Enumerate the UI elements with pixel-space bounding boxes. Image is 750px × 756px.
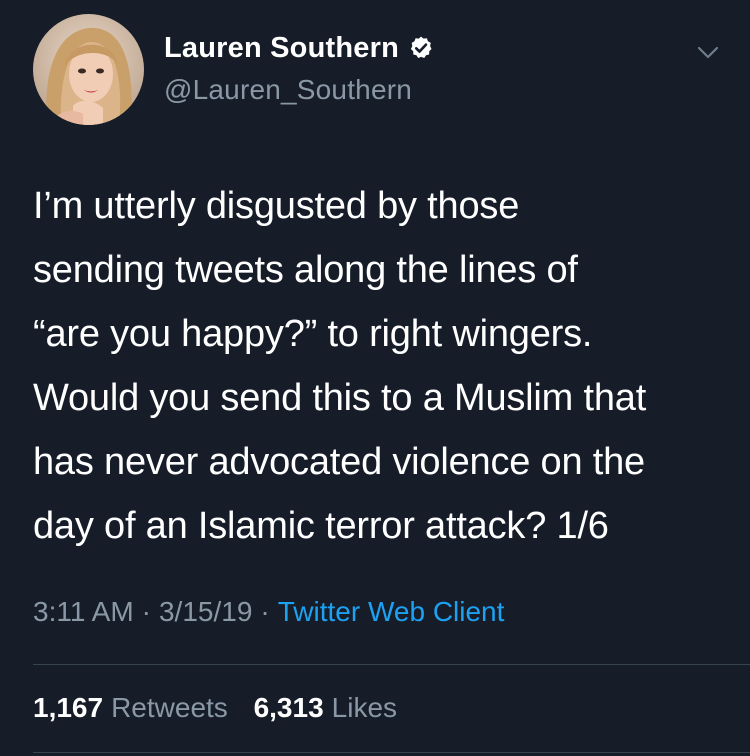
retweets-label: Retweets [111,692,228,723]
display-name[interactable]: Lauren Southern [164,32,399,65]
tweet-meta: 3:11 AM · 3/15/19 · Twitter Web Client [33,596,504,628]
verified-badge-icon [408,35,434,61]
tweet-client-link[interactable]: Twitter Web Client [278,596,505,627]
name-row: Lauren Southern [164,28,434,68]
tweet-card: Lauren Southern @Lauren_Southern I’m utt… [0,0,750,756]
likes-count: 6,313 [253,692,324,723]
avatar[interactable] [33,14,144,125]
tweet-text-line: day of an Islamic terror attack? 1/6 [33,505,609,547]
divider [33,664,750,665]
meta-separator: · [141,596,151,627]
tweet-text-line: “are you happy?” to right wingers. [33,313,593,355]
handle[interactable]: @Lauren_Southern [164,74,434,106]
tweet-stats: 1,167 Retweets 6,313 Likes [33,692,415,724]
avatar-image [33,14,144,125]
tweet-text: I’m utterly disgusted by those sending t… [33,174,733,558]
chevron-down-icon[interactable] [694,38,722,66]
divider [33,752,750,753]
likes-stat[interactable]: 6,313 Likes [254,692,397,723]
retweets-stat[interactable]: 1,167 Retweets [33,692,228,723]
likes-label: Likes [331,692,398,723]
tweet-time: 3:11 AM [33,596,134,627]
retweets-count: 1,167 [33,692,104,723]
meta-separator: · [260,596,270,627]
tweet-date[interactable]: 3/15/19 [159,596,252,627]
tweet-text-line: I’m utterly disgusted by those [33,185,520,227]
tweet-text-line: has never advocated violence on the [33,441,645,483]
author-block: Lauren Southern @Lauren_Southern [164,28,434,106]
tweet-text-line: sending tweets along the lines of [33,249,578,291]
tweet-text-line: Would you send this to a Muslim that [33,377,647,419]
